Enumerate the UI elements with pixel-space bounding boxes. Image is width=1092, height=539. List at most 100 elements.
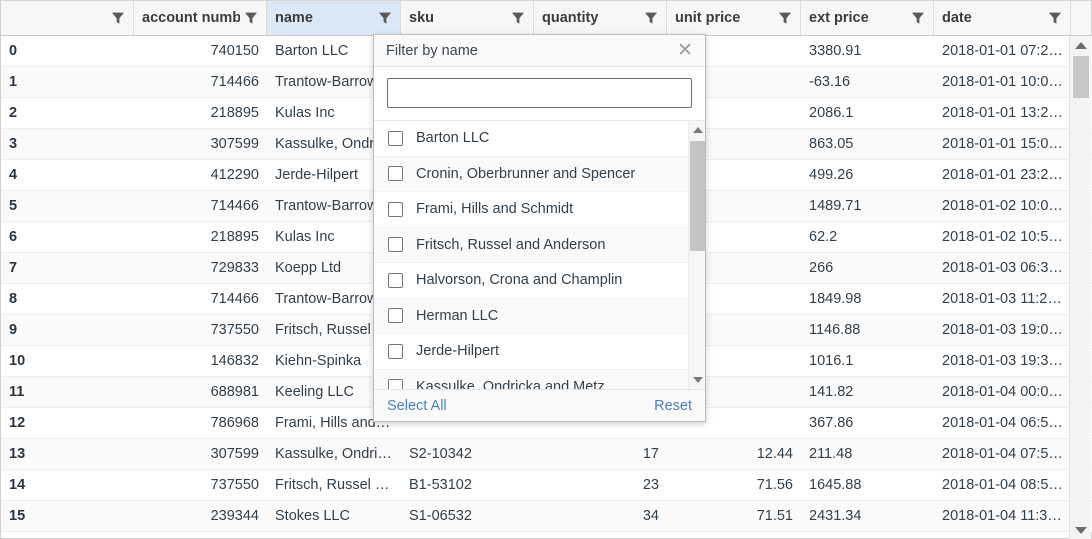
cell-text: 9 bbox=[9, 322, 126, 338]
filter-option-item[interactable]: Fritsch, Russel and Anderson bbox=[374, 228, 705, 264]
cell-date: 2018-01-01 23:2… bbox=[934, 160, 1071, 190]
select-all-link[interactable]: Select All bbox=[387, 398, 447, 414]
table-row[interactable]: 15239344Stokes LLCS1-065323471.512431.34… bbox=[1, 501, 1092, 532]
scrollbar-thumb[interactable] bbox=[1073, 56, 1089, 98]
column-header-unit_price[interactable]: unit price bbox=[667, 1, 801, 35]
cell-ext_price: 1489.71 bbox=[801, 191, 934, 221]
cell-unit_price: 71.51 bbox=[667, 501, 801, 531]
cell-text: 239344 bbox=[142, 508, 259, 524]
filter-search-input[interactable] bbox=[387, 78, 692, 108]
cell-quantity: 17 bbox=[534, 439, 667, 469]
table-row[interactable]: 14 737550 Fritsch, Russel and Anderson B1-5… bbox=[1, 470, 1092, 501]
filter-option-item[interactable]: Frami, Hills and Schmidt bbox=[374, 192, 705, 228]
funnel-icon[interactable] bbox=[911, 11, 925, 25]
funnel-icon[interactable] bbox=[378, 11, 392, 25]
cell-text: 10 bbox=[9, 353, 126, 369]
cell-text: 218895 bbox=[142, 229, 259, 245]
cell-account_number: 239344 bbox=[134, 501, 267, 531]
cell-account_number: 737550 bbox=[134, 470, 267, 500]
checkbox-icon[interactable] bbox=[388, 379, 403, 389]
cell-text: 2018-01-01 23:2… bbox=[942, 167, 1063, 183]
cell-text: 211.48 bbox=[809, 446, 926, 462]
column-header-sku[interactable]: sku bbox=[401, 1, 534, 35]
cell-ext_price: 863.05 bbox=[801, 129, 934, 159]
table-row[interactable]: 13307599Kassulke, Ondricka and MetzS2-10… bbox=[1, 439, 1092, 470]
column-header-ext_price[interactable]: ext price bbox=[801, 1, 934, 35]
cell-text: 3 bbox=[9, 136, 126, 152]
filter-option-list[interactable]: Barton LLCCronin, Oberbrunner and Spence… bbox=[374, 121, 705, 389]
cell-name: Fritsch, Russel and Anderson bbox=[267, 470, 401, 500]
filter-option-label: Jerde-Hilpert bbox=[416, 343, 499, 359]
cell-text: 266 bbox=[809, 260, 926, 276]
column-header-label: sku bbox=[409, 10, 434, 26]
cell-date: 2018-01-01 15:0… bbox=[934, 129, 1071, 159]
checkbox-icon[interactable] bbox=[388, 131, 403, 146]
cell-text: 737550 bbox=[142, 477, 259, 493]
cell-account_number: 714466 bbox=[134, 191, 267, 221]
cell-ext_price: 499.26 bbox=[801, 160, 934, 190]
cell-text: 2431.34 bbox=[809, 508, 926, 524]
cell-text: 714466 bbox=[142, 291, 259, 307]
cell-text: B1-53102 bbox=[409, 477, 526, 493]
checkbox-icon[interactable] bbox=[388, 166, 403, 181]
cell-unit_price: 12.44 bbox=[667, 439, 801, 469]
checkbox-icon[interactable] bbox=[388, 202, 403, 217]
cell-index: 3 bbox=[1, 129, 134, 159]
filter-option-label: Kassulke, Ondricka and Metz bbox=[416, 379, 605, 389]
column-header-label: unit price bbox=[675, 10, 740, 26]
filter-option-label: Fritsch, Russel and Anderson bbox=[416, 237, 605, 253]
cell-text: 11 bbox=[9, 384, 126, 400]
funnel-icon[interactable] bbox=[1048, 11, 1062, 25]
scroll-up-button[interactable] bbox=[1070, 36, 1092, 54]
filter-list-scrollbar[interactable] bbox=[688, 121, 705, 389]
column-header-label: quantity bbox=[542, 10, 598, 26]
funnel-icon[interactable] bbox=[244, 11, 258, 25]
filter-option-item[interactable]: Herman LLC bbox=[374, 299, 705, 335]
column-header-date[interactable]: date bbox=[934, 1, 1071, 35]
checkbox-icon[interactable] bbox=[388, 344, 403, 359]
filter-option-item[interactable]: Jerde-Hilpert bbox=[374, 334, 705, 370]
cell-ext_price: 141.82 bbox=[801, 377, 934, 407]
filter-option-item[interactable]: Halvorson, Crona and Champlin bbox=[374, 263, 705, 299]
cell-text: 1146.88 bbox=[809, 322, 926, 338]
close-icon[interactable]: ✕ bbox=[677, 41, 693, 60]
funnel-icon[interactable] bbox=[778, 11, 792, 25]
reset-link[interactable]: Reset bbox=[654, 398, 692, 414]
checkbox-icon[interactable] bbox=[388, 237, 403, 252]
cell-text: 2018-01-04 06:5… bbox=[942, 415, 1063, 431]
cell-text: Stokes LLC bbox=[275, 508, 393, 524]
cell-text: 863.05 bbox=[809, 136, 926, 152]
checkbox-icon[interactable] bbox=[388, 273, 403, 288]
filter-scroll-up-button[interactable] bbox=[689, 123, 705, 137]
filter-option-item[interactable]: Barton LLC bbox=[374, 121, 705, 157]
cell-text: 0 bbox=[9, 43, 126, 59]
filter-option-item[interactable]: Kassulke, Ondricka and Metz bbox=[374, 370, 705, 390]
cell-text: 62.2 bbox=[809, 229, 926, 245]
cell-date: 2018-01-01 13:2… bbox=[934, 98, 1071, 128]
cell-index: 13 bbox=[1, 439, 134, 469]
column-header-quantity[interactable]: quantity bbox=[534, 1, 667, 35]
cell-sku: S1-06532 bbox=[401, 501, 534, 531]
cell-index: 4 bbox=[1, 160, 134, 190]
cell-index: 8 bbox=[1, 284, 134, 314]
cell-index: 2 bbox=[1, 98, 134, 128]
filter-scrollbar-thumb[interactable] bbox=[690, 141, 705, 251]
filter-popup-title: Filter by name bbox=[386, 43, 478, 59]
column-header-name[interactable]: name bbox=[267, 1, 401, 35]
grid-vertical-scrollbar[interactable] bbox=[1069, 36, 1091, 539]
funnel-icon[interactable] bbox=[511, 11, 525, 25]
cell-text: 7 bbox=[9, 260, 126, 276]
funnel-icon[interactable] bbox=[644, 11, 658, 25]
filter-scroll-down-button[interactable] bbox=[689, 373, 705, 387]
cell-index: 14 bbox=[1, 470, 134, 500]
cell-text: 2018-01-01 13:2… bbox=[942, 105, 1063, 121]
column-header-index[interactable] bbox=[1, 1, 134, 35]
column-header-account_number[interactable]: account number bbox=[134, 1, 267, 35]
scroll-down-button[interactable] bbox=[1070, 521, 1092, 539]
filter-option-item[interactable]: Cronin, Oberbrunner and Spencer bbox=[374, 157, 705, 193]
cell-text: 737550 bbox=[142, 322, 259, 338]
cell-text: 714466 bbox=[142, 74, 259, 90]
cell-name: Stokes LLC bbox=[267, 501, 401, 531]
checkbox-icon[interactable] bbox=[388, 308, 403, 323]
funnel-icon[interactable] bbox=[111, 11, 125, 25]
